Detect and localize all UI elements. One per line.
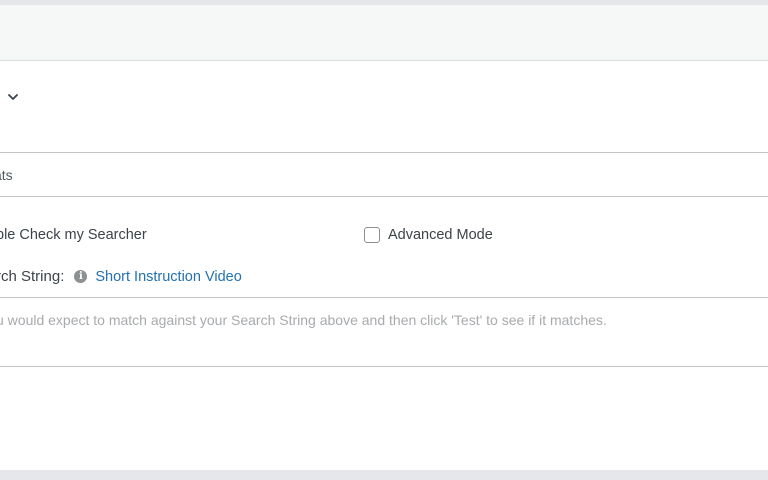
- name-input-value: ats: [0, 166, 13, 183]
- advanced-mode-option[interactable]: Advanced Mode: [364, 227, 493, 243]
- chevron-down-icon[interactable]: [4, 88, 22, 106]
- search-string-label: rch String:: [0, 268, 65, 285]
- info-icon: i: [74, 270, 88, 283]
- test-string-placeholder: u would expect to match against your Sea…: [0, 312, 607, 328]
- settings-panel: [0, 61, 768, 470]
- advanced-mode-label: Advanced Mode: [388, 227, 493, 243]
- short-instruction-video-link[interactable]: Short Instruction Video: [95, 269, 241, 285]
- test-string-textarea[interactable]: u would expect to match against your Sea…: [0, 297, 768, 367]
- advanced-mode-checkbox[interactable]: [364, 227, 380, 243]
- bottom-strip: [0, 470, 768, 480]
- header-bar: [0, 5, 768, 61]
- simple-check-option[interactable]: ble Check my Searcher: [0, 227, 147, 243]
- simple-check-label: ble Check my Searcher: [0, 227, 147, 243]
- search-string-row: rch String: i Short Instruction Video: [0, 268, 242, 285]
- name-input[interactable]: ats: [0, 152, 768, 197]
